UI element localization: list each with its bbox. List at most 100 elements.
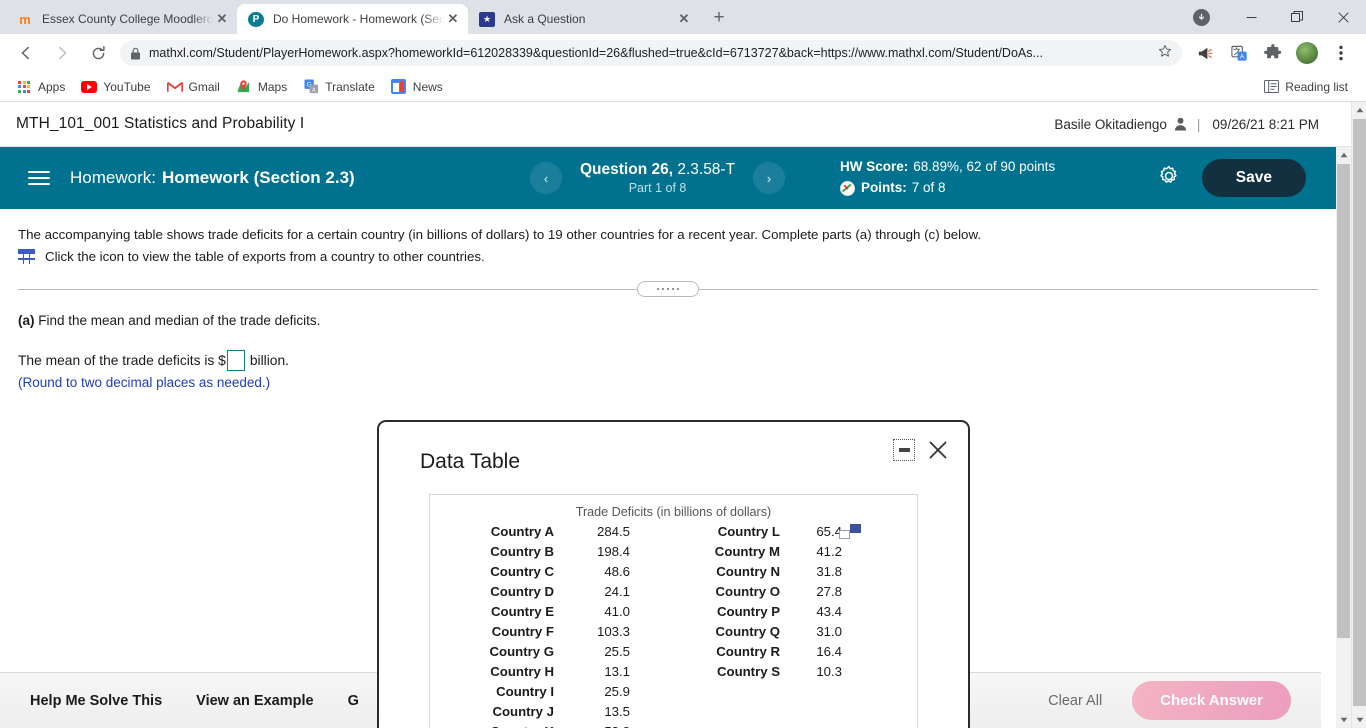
timestamp: 09/26/21 8:21 PM	[1212, 116, 1319, 132]
question-title: Question 26, 2.3.58-T	[580, 161, 735, 178]
back-button-icon[interactable]	[12, 39, 40, 67]
browser-tab-title: Do Homework - Homework (Sect	[273, 12, 444, 26]
data-table-caption: Trade Deficits (in billions of dollars)	[575, 505, 772, 519]
part-a-label: (a)	[18, 312, 35, 328]
reading-list-icon	[1263, 79, 1279, 95]
next-question-button[interactable]: ›	[753, 162, 786, 194]
table-row: Country E	[490, 604, 554, 619]
data-table: Trade Deficits (in billions of dollars) …	[429, 494, 918, 728]
table-cell-value: 284.5	[596, 524, 630, 539]
divider-drag-handle[interactable]	[637, 280, 699, 297]
table-row: Country J	[492, 704, 554, 719]
check-answer-button[interactable]: Check Answer	[1132, 681, 1291, 720]
window-minimize-button[interactable]	[1228, 0, 1274, 34]
download-icon[interactable]	[1184, 0, 1218, 34]
get-more-help-button[interactable]: G	[348, 693, 359, 709]
extensions-puzzle-icon[interactable]	[1259, 39, 1287, 67]
tab-close-icon[interactable]: ✕	[444, 10, 462, 28]
table-cell-value: 48.6	[604, 564, 630, 579]
table-cell-value	[780, 722, 842, 728]
dialog-minimize-button[interactable]	[893, 439, 915, 461]
bookmark-star-icon[interactable]	[1158, 44, 1172, 63]
bookmark-gmail[interactable]: Gmail	[163, 76, 228, 98]
bookmark-translate[interactable]: GA Translate	[299, 76, 383, 98]
bookmark-youtube[interactable]: YouTube	[77, 76, 158, 98]
help-me-solve-this-button[interactable]: Help Me Solve This	[30, 693, 162, 709]
scroll-up-arrow-icon[interactable]	[1352, 102, 1366, 118]
browser-menu-icon[interactable]	[1327, 39, 1355, 67]
scroll-down-arrow-icon[interactable]	[1352, 712, 1366, 728]
view-data-table-link[interactable]: Click the icon to view the table of expo…	[18, 248, 1318, 264]
window-maximize-button[interactable]	[1274, 0, 1320, 34]
svg-text:A: A	[312, 87, 316, 93]
table-row: Country G	[489, 644, 554, 659]
window-controls	[1184, 0, 1366, 34]
gear-icon[interactable]	[1158, 165, 1180, 192]
table-row: Country C	[490, 564, 554, 579]
mean-answer-input[interactable]	[226, 349, 245, 371]
bookmark-apps[interactable]: Apps	[12, 76, 73, 98]
reading-list-button[interactable]: Reading list	[1257, 76, 1354, 98]
megaphone-icon[interactable]	[1191, 39, 1219, 67]
table-row: Country L	[717, 524, 780, 539]
bookmark-maps[interactable]: Maps	[232, 76, 295, 98]
dialog-close-icon[interactable]	[926, 438, 950, 462]
scroll-up-arrow-icon[interactable]	[1336, 147, 1351, 163]
course-title: MTH_101_001 Statistics and Probability I	[16, 115, 305, 132]
page-scrollbar-thumb[interactable]	[1353, 119, 1366, 706]
save-button[interactable]: Save	[1201, 159, 1306, 197]
table-row: Country I	[496, 684, 554, 699]
table-row	[670, 702, 780, 722]
part-a-text: Find the mean and median of the trade de…	[34, 312, 321, 328]
dialog-title: Data Table	[420, 450, 521, 473]
scroll-down-arrow-icon[interactable]	[1336, 712, 1351, 728]
content-scrollbar[interactable]	[1336, 147, 1351, 728]
panel-divider	[18, 280, 1318, 297]
view-an-example-button[interactable]: View an Example	[196, 693, 313, 709]
tab-close-icon[interactable]: ✕	[213, 10, 231, 28]
bookmark-news[interactable]: News	[387, 76, 451, 98]
content-scrollbar-thumb[interactable]	[1337, 164, 1350, 638]
ask-icon: ★	[479, 11, 495, 27]
forward-button-icon[interactable]	[48, 39, 76, 67]
question-number: Question 26,	[580, 161, 674, 178]
address-bar[interactable]: mathxl.com/Student/PlayerHomework.aspx?h…	[120, 40, 1182, 66]
previous-question-button[interactable]: ‹	[530, 162, 562, 194]
profile-avatar[interactable]	[1293, 39, 1321, 67]
browser-tab-0[interactable]: m Essex County College Moodleroo ✕	[6, 4, 237, 34]
score-summary: HW Score: 68.89%, 62 of 90 points Points…	[840, 157, 1055, 199]
clear-all-button[interactable]: Clear All	[1048, 693, 1102, 709]
table-cell-value: 24.1	[604, 584, 630, 599]
browser-tab-1[interactable]: P Do Homework - Homework (Sect ✕	[237, 4, 468, 34]
rounding-note: (Round to two decimal places as needed.)	[18, 374, 271, 390]
table-icon[interactable]	[18, 248, 35, 264]
person-icon[interactable]	[1174, 117, 1187, 131]
table-cell-value: 53.8	[554, 722, 630, 728]
bookmark-label: YouTube	[103, 79, 151, 94]
part-a-question: (a) Find the mean and median of the trad…	[18, 313, 1318, 328]
tab-close-icon[interactable]: ✕	[675, 10, 693, 28]
page-scrollbar[interactable]	[1351, 102, 1366, 728]
window-close-button[interactable]	[1320, 0, 1366, 34]
reload-button-icon[interactable]	[84, 39, 112, 67]
question-part: Part 1 of 8	[628, 181, 687, 195]
menu-hamburger-icon[interactable]	[28, 171, 50, 185]
maps-icon	[236, 79, 252, 95]
table-cell-value: 198.4	[596, 544, 630, 559]
new-tab-button[interactable]: +	[705, 4, 733, 32]
table-cell-value: 13.1	[604, 664, 630, 679]
browser-tab-2[interactable]: ★ Ask a Question ✕	[468, 4, 699, 34]
question-info: Question 26, 2.3.58-T Part 1 of 8	[580, 161, 735, 195]
translate-icon[interactable]: A	[1225, 39, 1253, 67]
points-badge-icon	[840, 180, 855, 196]
copy-table-button[interactable]	[839, 522, 917, 542]
